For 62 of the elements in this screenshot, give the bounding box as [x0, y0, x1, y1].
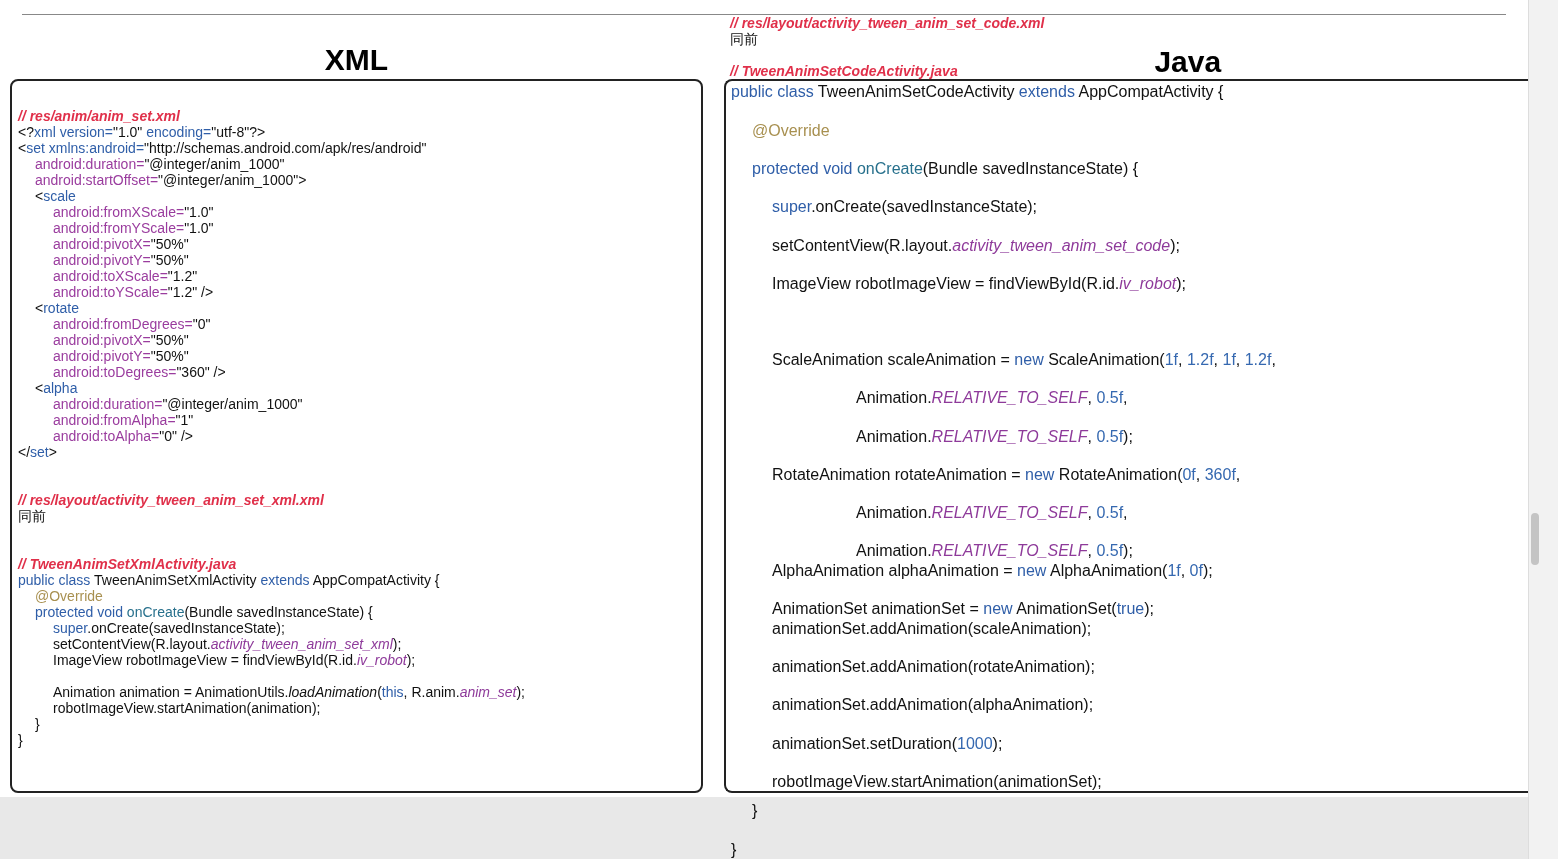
code-line: Animation.RELATIVE_TO_SELF, 0.5f);	[856, 426, 1133, 446]
code-line: android:fromDegrees="0"	[53, 316, 211, 333]
code-line: ImageView robotImageView = findViewById(R.id.iv_robot);	[772, 273, 1186, 294]
code-line: animationSet.addAnimation(alphaAnimation);	[772, 695, 1094, 715]
code-line: }	[752, 800, 758, 820]
code-line: public class TweenAnimSetCodeActivity extends AppCompatActivity {	[731, 82, 1224, 102]
code-line: protected void onCreate(Bundle savedInstanceState) {	[752, 159, 1139, 179]
code-line: android:pivotX="50%"	[53, 236, 189, 253]
code-line: <set xmlns:android="http://schemas.android.com/apk/res/android"	[18, 140, 427, 157]
code-line: android:duration="@integer/anim_1000"	[53, 396, 303, 413]
code-line: }	[731, 839, 737, 859]
code-line: </set>	[18, 444, 57, 461]
code-line: protected void onCreate(Bundle savedInstanceState) {	[35, 604, 373, 621]
code-line: }	[18, 732, 23, 749]
code-line: AlphaAnimation alphaAnimation = new AlphaAnimation(1f, 0f);	[772, 560, 1213, 581]
code-line: // res/anim/anim_set.xml	[18, 108, 180, 125]
code-line: // TweenAnimSetXmlActivity.java	[18, 556, 237, 573]
code-line: // TweenAnimSetCodeActivity.java	[730, 63, 958, 80]
code-line: android:fromXScale="1.0"	[53, 204, 214, 221]
code-line: android:pivotY="50%"	[53, 348, 189, 365]
code-line: android:fromAlpha="1"	[53, 412, 194, 429]
code-line: <scale	[35, 188, 76, 205]
code-line: @Override	[35, 588, 103, 605]
code-line: Animation.RELATIVE_TO_SELF, 0.5f);	[856, 541, 1133, 561]
code-line: // res/layout/activity_tween_anim_set_xml.xml	[18, 492, 324, 509]
code-line: Animation animation = AnimationUtils.loadAnimation(this, R.anim.anim_set);	[53, 684, 525, 701]
code-line: setContentView(R.layout.activity_tween_anim_set_xml);	[53, 636, 402, 653]
code-line: super.onCreate(savedInstanceState);	[53, 620, 285, 637]
code-line: android:fromYScale="1.0"	[53, 220, 214, 237]
code-line: animationSet.addAnimation(scaleAnimation);	[772, 618, 1092, 639]
code-line: Animation.RELATIVE_TO_SELF, 0.5f,	[856, 503, 1128, 523]
code-line: animationSet.addAnimation(rotateAnimation);	[772, 657, 1095, 677]
code-line: robotImageView.startAnimation(animation);	[53, 700, 321, 717]
code-line: <alpha	[35, 380, 78, 397]
section-heading: XML	[324, 43, 389, 78]
section-heading: Java	[1154, 45, 1222, 80]
code-line: @Override	[752, 120, 830, 141]
code-line: }	[35, 716, 40, 733]
code-line: RotateAnimation rotateAnimation = new RotateAnimation(0f, 360f,	[772, 464, 1241, 485]
code-line: // res/layout/activity_tween_anim_set_code.xml	[730, 15, 1045, 32]
code-line: super.onCreate(savedInstanceState);	[772, 197, 1038, 217]
code-line: public class TweenAnimSetXmlActivity extends AppCompatActivity {	[18, 572, 440, 589]
code-line: Animation.RELATIVE_TO_SELF, 0.5f,	[856, 388, 1128, 408]
code-line: 同前	[18, 508, 46, 525]
code-line: AnimationSet animationSet = new AnimationSet(true);	[772, 599, 1154, 619]
code-line: android:toDegrees="360" />	[53, 364, 226, 381]
code-line: <rotate	[35, 300, 79, 317]
code-line: android:toXScale="1.2"	[53, 268, 198, 285]
code-line: ScaleAnimation scaleAnimation = new ScaleAnimation(1f, 1.2f, 1f, 1.2f,	[772, 349, 1276, 370]
code-line: setContentView(R.layout.activity_tween_anim_set_code);	[772, 235, 1180, 256]
code-line: ImageView robotImageView = findViewById(R.id.iv_robot);	[53, 652, 416, 669]
scrollbar-thumb[interactable]	[1531, 513, 1539, 565]
code-line: android:startOffset="@integer/anim_1000">	[35, 172, 307, 189]
code-line: android:pivotX="50%"	[53, 332, 189, 349]
code-line: android:duration="@integer/anim_1000"	[35, 156, 285, 173]
code-line: <?xml version="1.0" encoding="utf-8"?>	[18, 124, 266, 141]
code-line: 同前	[730, 31, 758, 48]
code-line: android:toAlpha="0" />	[53, 428, 193, 445]
code-line: robotImageView.startAnimation(animationSet);	[772, 772, 1102, 792]
code-line: android:pivotY="50%"	[53, 252, 189, 269]
code-line: android:toYScale="1.2" />	[53, 284, 214, 301]
code-line: animationSet.setDuration(1000);	[772, 733, 1003, 754]
